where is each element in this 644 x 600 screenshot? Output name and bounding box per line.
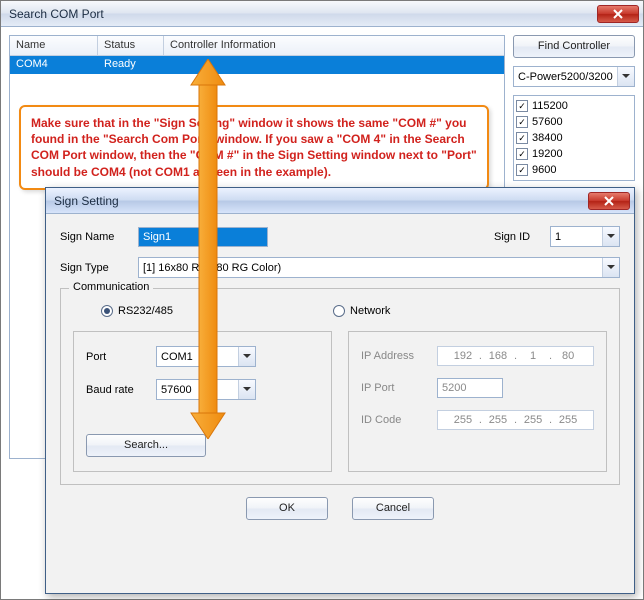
device-dropdown[interactable]: C-Power5200/3200 [513, 66, 635, 87]
device-dropdown-text: C-Power5200/3200 [518, 71, 617, 83]
cancel-button[interactable]: Cancel [352, 497, 434, 520]
baud-option[interactable]: ✓115200 [516, 98, 632, 114]
window-title: Search COM Port [9, 7, 104, 21]
sign-type-dropdown[interactable]: [1] 16x80 RG x80 RG Color) [138, 257, 620, 278]
sign-setting-body: Sign Name Sign1 Sign ID 1 Sign Type [1] … [46, 214, 634, 528]
cell-status: Ready [98, 56, 164, 74]
baud-label: Baud rate [86, 384, 150, 396]
baud-dropdown[interactable]: 57600 [156, 379, 256, 400]
ok-button[interactable]: OK [246, 497, 328, 520]
ip-port-input[interactable]: 5200 [437, 378, 503, 398]
chevron-down-icon [238, 347, 255, 366]
sign-id-dropdown[interactable]: 1 [550, 226, 620, 247]
ip-address-input[interactable]: 192. 168. 1. 80 [437, 346, 594, 366]
instruction-callout: Make sure that in the "Sign Setting" win… [19, 105, 489, 190]
find-controller-button[interactable]: Find Controller [513, 35, 635, 58]
network-radio[interactable]: Network [333, 305, 390, 317]
search-button[interactable]: Search... [86, 434, 206, 457]
rs232-radio[interactable]: RS232/485 [101, 305, 173, 317]
radio-icon [333, 305, 345, 317]
cell-name: COM4 [10, 56, 98, 74]
id-code-label: ID Code [361, 414, 431, 426]
baud-option[interactable]: ✓19200 [516, 146, 632, 162]
table-header: Name Status Controller Information [10, 36, 504, 56]
checkbox-icon: ✓ [516, 148, 528, 160]
sign-name-input[interactable]: Sign1 [138, 227, 268, 247]
chevron-down-icon [617, 67, 634, 86]
sign-type-label: Sign Type [60, 262, 132, 274]
close-button[interactable] [597, 5, 639, 23]
window-title: Sign Setting [54, 194, 119, 208]
baud-option[interactable]: ✓38400 [516, 130, 632, 146]
checkbox-icon: ✓ [516, 100, 528, 112]
col-controller-info[interactable]: Controller Information [164, 36, 504, 55]
id-code-input[interactable]: 255. 255. 255. 255 [437, 410, 594, 430]
checkbox-icon: ✓ [516, 132, 528, 144]
sign-setting-window: Sign Setting Sign Name Sign1 Sign ID 1 S… [45, 187, 635, 594]
chevron-down-icon [602, 258, 619, 277]
close-icon [603, 195, 615, 207]
ip-address-label: IP Address [361, 350, 431, 362]
sign-setting-titlebar: Sign Setting [46, 188, 634, 214]
search-com-port-titlebar: Search COM Port [1, 1, 643, 27]
col-status[interactable]: Status [98, 36, 164, 55]
radio-icon [101, 305, 113, 317]
baud-option[interactable]: ✓9600 [516, 162, 632, 178]
chevron-down-icon [238, 380, 255, 399]
communication-legend: Communication [69, 281, 153, 293]
port-label: Port [86, 351, 150, 363]
baud-checklist: ✓115200 ✓57600 ✓38400 ✓19200 ✓9600 [513, 95, 635, 181]
checkbox-icon: ✓ [516, 116, 528, 128]
port-dropdown[interactable]: COM1 [156, 346, 256, 367]
close-button[interactable] [588, 192, 630, 210]
ip-port-label: IP Port [361, 382, 431, 394]
sign-name-label: Sign Name [60, 231, 132, 243]
sign-id-label: Sign ID [494, 231, 544, 243]
close-icon [612, 8, 624, 20]
communication-fieldset: Communication RS232/485 Network Port COM [60, 288, 620, 485]
serial-panel: Port COM1 Baud rate 57600 [73, 331, 332, 472]
checkbox-icon: ✓ [516, 164, 528, 176]
dialog-actions: OK Cancel [60, 497, 620, 520]
network-panel: IP Address 192. 168. 1. 80 IP Port 5200 [348, 331, 607, 472]
col-name[interactable]: Name [10, 36, 98, 55]
baud-option[interactable]: ✓57600 [516, 114, 632, 130]
chevron-down-icon [602, 227, 619, 246]
table-row[interactable]: COM4 Ready [10, 56, 504, 74]
cell-ctrl [164, 56, 504, 74]
